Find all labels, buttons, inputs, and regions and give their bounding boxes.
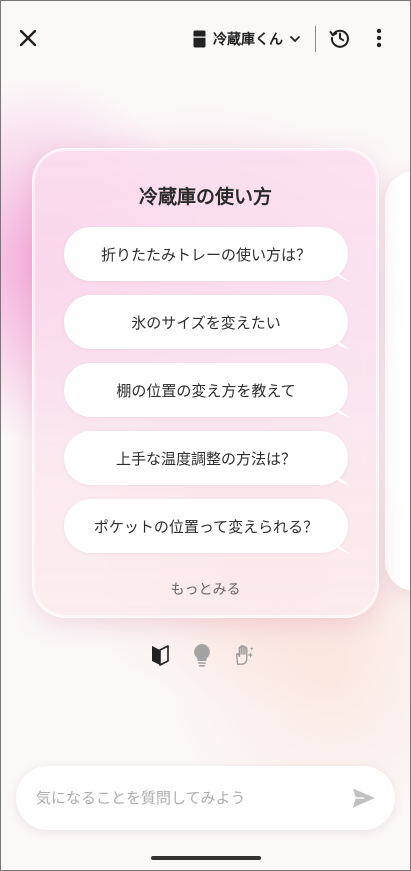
next-card-peek[interactable]	[385, 171, 410, 591]
category-tabs	[149, 642, 255, 668]
suggestion-bubble[interactable]: 折りたたみトレーの使い方は？	[64, 227, 348, 281]
sparkle-hand-icon	[235, 645, 254, 665]
history-button[interactable]	[325, 23, 355, 53]
suggestion-bubble[interactable]: 氷のサイズを変えたい	[64, 295, 348, 349]
fridge-icon	[193, 30, 207, 48]
topbar-divider	[315, 26, 316, 52]
more-link[interactable]: もっとみる	[33, 579, 378, 599]
beginner-mark-icon	[152, 645, 169, 666]
more-vertical-icon	[376, 28, 382, 48]
home-indicator	[151, 856, 261, 860]
category-tab-care[interactable]	[233, 642, 255, 668]
more-options-button[interactable]	[365, 23, 393, 53]
chat-input[interactable]	[36, 766, 336, 830]
category-tab-tips[interactable]	[191, 642, 213, 668]
suggestion-bubble[interactable]: 上手な温度調整の方法は？	[64, 431, 348, 485]
send-button[interactable]	[351, 785, 377, 811]
top-bar: 冷蔵庫くん	[1, 1, 410, 77]
category-tab-beginner[interactable]	[149, 642, 171, 668]
suggestion-bubble[interactable]: ポケットの位置って変えられる？	[64, 499, 348, 553]
close-icon	[19, 29, 37, 47]
card-title: 冷蔵庫の使い方	[138, 186, 272, 208]
send-icon	[353, 788, 375, 808]
chat-input-bar	[16, 766, 395, 830]
chevron-down-icon	[289, 32, 303, 46]
suggestion-bubble[interactable]: 棚の位置の変え方を教えて	[64, 363, 348, 417]
close-button[interactable]	[13, 23, 43, 53]
screen: 冷蔵庫くん 冷蔵庫の使い方 折りたたみトレーの使い方は？ 氷のサイズを変えたい …	[0, 0, 411, 871]
history-icon	[329, 29, 349, 48]
suggestion-card: 冷蔵庫の使い方 折りたたみトレーの使い方は？ 氷のサイズを変えたい 棚の位置の変…	[32, 148, 379, 618]
device-selector[interactable]: 冷蔵庫くん	[193, 24, 303, 54]
lightbulb-icon	[194, 644, 210, 667]
device-name: 冷蔵庫くん	[213, 32, 283, 48]
